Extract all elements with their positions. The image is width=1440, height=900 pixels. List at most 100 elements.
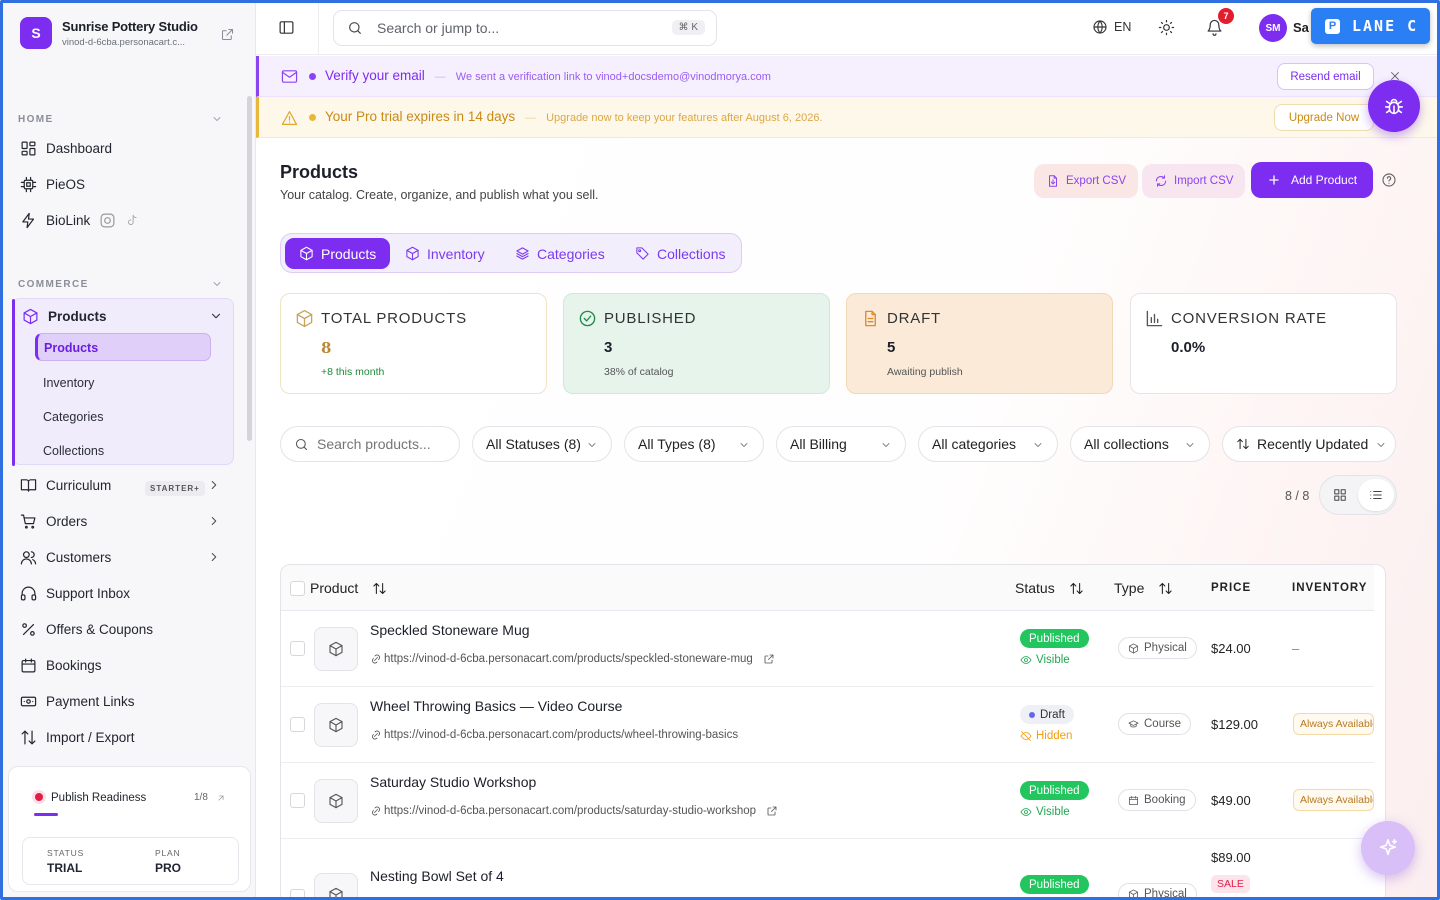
external-link-icon[interactable] [763,653,775,665]
section-commerce-heading[interactable]: COMMERCE [18,279,89,290]
chevron-down-icon[interactable] [211,113,223,125]
global-search-input[interactable] [377,20,657,36]
products-nav-group: Products Products Inventory Categories C… [12,298,234,466]
sidebar-item-payment-links[interactable]: Payment Links [20,689,135,713]
import-csv-button[interactable]: Import CSV [1142,164,1246,198]
chevron-down-icon[interactable] [209,309,223,323]
billing-filter[interactable]: All Billing [776,426,906,462]
sidebar-item-bookings[interactable]: Bookings [20,653,102,677]
export-csv-button[interactable]: Export CSV [1034,164,1139,198]
brand-logo: S [20,17,52,49]
language-switcher[interactable]: EN [1092,19,1131,35]
bug-report-button[interactable] [1368,80,1420,132]
chevron-down-icon [586,439,598,451]
select-all-checkbox[interactable] [290,581,305,596]
chevron-right-icon[interactable] [207,514,221,528]
plan-badge: STARTER+ [145,481,205,496]
language-label: EN [1114,20,1132,34]
verify-email-banner: Verify your email — We sent a verification… [256,56,1437,97]
tab-products[interactable]: Products [285,238,391,269]
section-home-heading[interactable]: HOME [18,114,54,125]
sidebar-item-import-export[interactable]: Import / Export [20,725,135,749]
product-name[interactable]: Nesting Bowl Set of 4 [370,868,504,884]
row-checkbox[interactable] [290,793,305,808]
chevron-down-icon[interactable] [211,278,223,290]
subnav-products[interactable]: Products [35,333,211,361]
brand[interactable]: S Sunrise Pottery Studio vinod-d-6cba.pe… [20,17,202,49]
product-url-text: https://vinod-d-6cba.personacart.com/pro… [384,729,739,741]
type-badge: Physical [1118,883,1197,897]
row-checkbox[interactable] [290,889,305,897]
product-price: $49.00 [1211,793,1251,808]
table-row[interactable]: Speckled Stoneware Mug https://vinod-d-6… [281,611,1374,687]
product-search-input[interactable] [317,436,457,452]
search-icon [295,438,308,450]
tab-categories[interactable]: Categories [501,238,619,269]
ai-assistant-button[interactable] [1361,821,1415,875]
status-filter[interactable]: All Statuses (8) [472,426,612,462]
table-row[interactable]: Nesting Bowl Set of 4 Published Physical… [281,839,1374,897]
calendar-icon [1128,795,1139,805]
product-url[interactable]: https://vinod-d-6cba.personacart.com/pro… [370,805,778,817]
sidebar-item-orders[interactable]: Orders [20,509,87,533]
type-filter[interactable]: All Types (8) [624,426,764,462]
warning-icon [281,110,298,126]
resend-email-button[interactable]: Resend email [1277,63,1374,90]
sidebar-item-support-inbox[interactable]: Support Inbox [20,581,130,605]
upgrade-now-button[interactable]: Upgrade Now [1274,104,1374,131]
table-row[interactable]: Wheel Throwing Basics — Video Course htt… [281,687,1374,763]
column-product[interactable]: Product [310,580,387,596]
column-status[interactable]: Status [1015,580,1084,596]
sort-select[interactable]: Recently Updated [1222,426,1396,462]
theme-toggle-icon[interactable] [1158,19,1175,36]
chevron-down-icon [1184,439,1196,451]
product-name[interactable]: Speckled Stoneware Mug [370,622,530,638]
sidebar-item-offers-coupons[interactable]: Offers & Coupons [20,617,153,641]
external-link-icon[interactable] [220,27,235,42]
sidebar-item-customers[interactable]: Customers [20,545,111,569]
subnav-inventory[interactable]: Inventory [43,376,94,390]
row-checkbox[interactable] [290,717,305,732]
product-url[interactable]: https://vinod-d-6cba.personacart.com/pro… [370,653,775,665]
publish-readiness-card[interactable]: Publish Readiness 1/8 STATUS TRIAL PLAN … [8,766,251,892]
stat-total-products: TOTAL PRODUCTS 8 +8 this month [280,293,547,394]
page-subtitle: Your catalog. Create, organize, and publ… [280,188,599,202]
list-view-icon[interactable] [1358,479,1394,511]
avatar[interactable]: SM [1259,14,1287,42]
sidebar-toggle-icon[interactable] [278,19,295,36]
sidebar-scrollbar[interactable] [247,96,252,441]
product-search[interactable] [280,426,460,462]
column-type[interactable]: Type [1114,580,1173,596]
chevron-right-icon[interactable] [207,550,221,564]
sidebar-item-products[interactable]: Products [22,308,107,325]
subnav-collections[interactable]: Collections [43,444,104,458]
box-icon [295,309,314,328]
tab-collections[interactable]: Collections [621,238,739,269]
product-url[interactable]: https://vinod-d-6cba.personacart.com/pro… [370,729,738,741]
categories-filter[interactable]: All categories [918,426,1058,462]
arrow-up-right-icon[interactable] [216,793,226,803]
product-name[interactable]: Saturday Studio Workshop [370,774,536,790]
collections-filter[interactable]: All collections [1070,426,1210,462]
subnav-categories[interactable]: Categories [43,410,103,424]
sidebar-item-pieos[interactable]: PieOS [20,172,85,196]
sidebar-item-dashboard[interactable]: Dashboard [20,136,112,160]
refresh-icon [1155,175,1167,187]
user-name[interactable]: Sa [1293,20,1309,35]
status-dot [1029,711,1035,718]
type-label: Course [1144,718,1182,730]
sidebar-item-curriculum[interactable]: Curriculum [20,473,111,497]
chevron-right-icon[interactable] [207,478,221,492]
add-product-button[interactable]: Add Product [1251,162,1373,198]
table-row[interactable]: Saturday Studio Workshop https://vinod-d… [281,763,1374,839]
tab-inventory[interactable]: Inventory [391,238,499,269]
add-product-label: Add Product [1291,173,1358,187]
external-link-icon[interactable] [766,805,778,817]
row-checkbox[interactable] [290,641,305,656]
product-name[interactable]: Wheel Throwing Basics — Video Course [370,698,622,714]
global-search[interactable]: ⌘ K [333,10,717,46]
dashboard-icon [21,141,36,155]
sidebar-item-biolink[interactable]: BioLink [20,208,139,232]
grid-view-icon[interactable] [1322,479,1358,511]
help-icon[interactable] [1381,172,1397,188]
